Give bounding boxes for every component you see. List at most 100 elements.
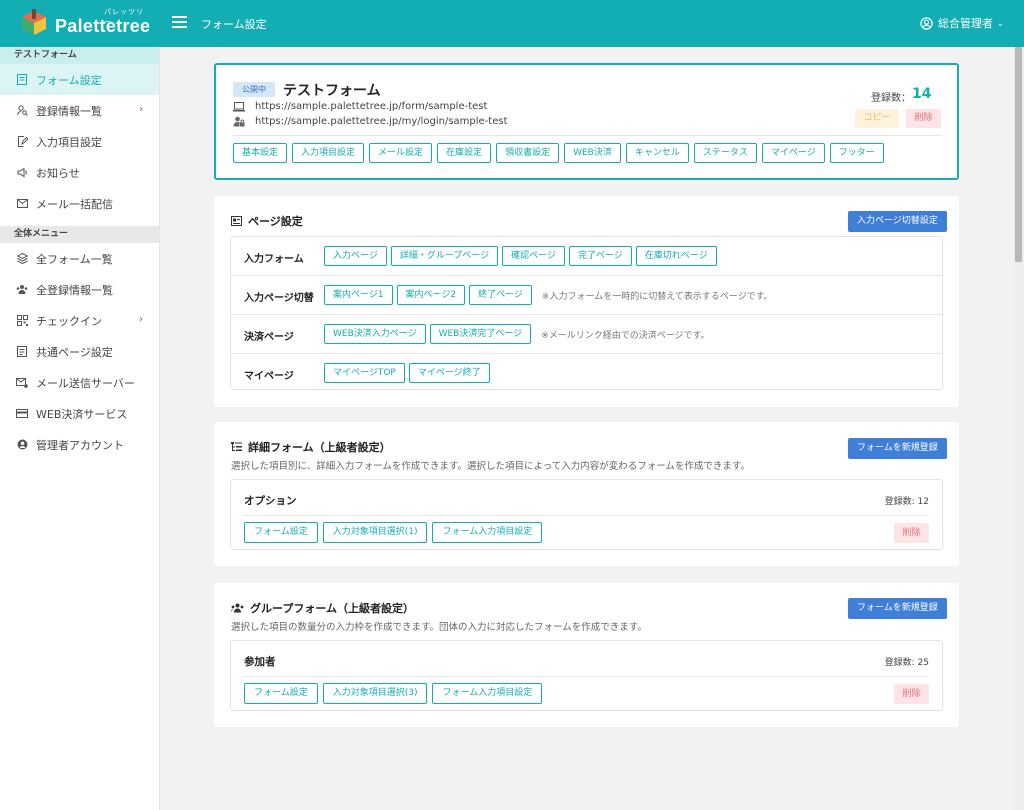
- group-form-card: グループフォーム（上級者設定） 選択した項目の数量分の入力枠を作成できます。団体…: [214, 583, 959, 727]
- scrollbar[interactable]: [1013, 47, 1024, 810]
- tab-mypage[interactable]: マイページ: [761, 143, 825, 163]
- mypage-url-row: https://sample.palettetree.jp/my/login/s…: [233, 116, 508, 127]
- sidebar-item-all-registrations[interactable]: 全登録情報一覧: [0, 274, 159, 305]
- group-form-target-select-button[interactable]: 入力対象項目選択(3): [322, 683, 428, 704]
- detail-form-item: オプション 登録数: 12 フォーム設定 入力対象項目選択(1) フォーム入力項…: [230, 479, 943, 550]
- sidebar-item-notices[interactable]: お知らせ: [0, 157, 159, 188]
- tab-web-payment[interactable]: WEB決済: [564, 143, 621, 163]
- detail-form-input-fields-button[interactable]: フォーム入力項目設定: [432, 522, 543, 543]
- account-icon: [16, 439, 28, 451]
- detail-form-new-button[interactable]: フォームを新規登録: [848, 438, 947, 459]
- user-search-icon: [16, 105, 28, 117]
- megaphone-icon: [16, 167, 28, 179]
- detail-form-target-select-button[interactable]: 入力対象項目選択(1): [322, 522, 428, 543]
- row-buttons: マイページTOP マイページ終了: [324, 363, 494, 383]
- input-page-button[interactable]: 入力ページ: [324, 246, 387, 266]
- group-form-title: グループフォーム（上級者設定）: [231, 600, 414, 616]
- sidebar-item-mail-server[interactable]: メール送信サーバー: [0, 367, 159, 398]
- edit-doc-icon: [16, 136, 28, 148]
- web-payment-input-button[interactable]: WEB決済入力ページ: [324, 324, 426, 344]
- chevron-down-icon: ⌄: [997, 18, 1004, 28]
- divider: [244, 676, 929, 677]
- sidebar-item-common-pages[interactable]: 共通ページ設定: [0, 336, 159, 367]
- detail-form-delete-button[interactable]: 削除: [894, 523, 929, 543]
- form-settings-tabs: 基本設定 入力項目設定 メール設定 在庫設定 領収書設定 WEB決済 キャンセル…: [233, 143, 889, 163]
- row-buttons: 案内ページ1 案内ページ2 終了ページ ※入力フォームを一時的に切替えて表示する…: [324, 285, 773, 305]
- divider: [233, 135, 942, 136]
- delete-form-button[interactable]: 削除: [906, 109, 941, 128]
- user-name: 総合管理者: [938, 17, 993, 30]
- group-form-new-button[interactable]: フォームを新規登録: [848, 598, 947, 619]
- end-page-button[interactable]: 終了ページ: [469, 285, 532, 305]
- card-icon: [16, 408, 28, 420]
- logo-text: Palettetree: [55, 16, 151, 36]
- user-menu[interactable]: 総合管理者 ⌄: [920, 15, 1004, 31]
- sidebar-item-checkin[interactable]: チェックイン ›: [0, 305, 159, 336]
- top-bar: パレッツリー Palettetree フォーム設定 総合管理者 ⌄: [0, 0, 1024, 47]
- sidebar-item-admin-account[interactable]: 管理者アカウント: [0, 429, 159, 460]
- chevron-right-icon: ›: [139, 104, 143, 115]
- sidebar-item-all-forms[interactable]: 全フォーム一覧: [0, 243, 159, 274]
- group-form-delete-button[interactable]: 削除: [894, 684, 929, 704]
- tab-input-fields[interactable]: 入力項目設定: [292, 143, 365, 163]
- confirm-page-button[interactable]: 確認ページ: [502, 246, 565, 266]
- group-form-settings-button[interactable]: フォーム設定: [244, 683, 318, 704]
- sidebar-item-input-fields[interactable]: 入力項目設定: [0, 126, 159, 157]
- page-icon: [16, 346, 28, 358]
- complete-page-button[interactable]: 完了ページ: [568, 246, 632, 266]
- group-form-buttons: フォーム設定 入力対象項目選択(3) フォーム入力項目設定: [244, 683, 547, 704]
- copy-button[interactable]: コピー: [855, 109, 899, 128]
- sidebar: テストフォーム フォーム設定 登録情報一覧 › 入力項目設定 お知らせ メール一…: [0, 47, 160, 810]
- form-summary-card: 公開中 テストフォーム https://sample.palettetree.j…: [214, 63, 959, 180]
- sidebar-item-registrations[interactable]: 登録情報一覧 ›: [0, 95, 159, 126]
- registration-count-value: 14: [912, 86, 932, 102]
- mypage-end-button[interactable]: マイページ終了: [408, 363, 490, 383]
- tab-mail-settings[interactable]: メール設定: [369, 143, 433, 163]
- sidebar-item-web-payment[interactable]: WEB決済サービス: [0, 398, 159, 429]
- sidebar-item-label: メール送信サーバー: [36, 376, 135, 390]
- guide-page-2-button[interactable]: 案内ページ2: [396, 285, 466, 305]
- sidebar-item-label: 入力項目設定: [36, 135, 102, 149]
- out-of-stock-page-button[interactable]: 在庫切れページ: [635, 246, 717, 266]
- mypage-url-link[interactable]: https://sample.palettetree.jp/my/login/s…: [255, 116, 508, 127]
- tab-basic-settings[interactable]: 基本設定: [233, 143, 288, 163]
- sidebar-item-bulk-mail[interactable]: メール一括配信: [0, 188, 159, 219]
- page-settings-card: ページ設定 入力ページ切替設定 入力フォーム 入力ページ 詳細・グループページ …: [214, 196, 959, 407]
- sidebar-item-label: フォーム設定: [36, 73, 102, 87]
- tree-list-icon: [231, 442, 242, 451]
- sidebar-item-label: 全登録情報一覧: [36, 283, 113, 297]
- detail-form-title-text: 詳細フォーム（上級者設定）: [248, 441, 391, 454]
- public-url-link[interactable]: https://sample.palettetree.jp/form/sampl…: [255, 101, 487, 112]
- input-page-switch-button[interactable]: 入力ページ切替設定: [848, 211, 947, 232]
- detail-form-title: 詳細フォーム（上級者設定）: [231, 439, 391, 455]
- tab-receipt-settings[interactable]: 領収書設定: [496, 143, 560, 163]
- page-settings-icon: [231, 216, 242, 226]
- mypage-top-button[interactable]: マイページTOP: [324, 363, 405, 383]
- public-url-row: https://sample.palettetree.jp/form/sampl…: [233, 101, 487, 112]
- users-icon: [16, 284, 28, 296]
- sidebar-item-label: お知らせ: [36, 166, 80, 180]
- scrollbar-thumb[interactable]: [1015, 47, 1022, 262]
- logo[interactable]: パレッツリー Palettetree: [18, 7, 151, 41]
- tab-footer[interactable]: フッター: [829, 143, 884, 163]
- row-note: ※メールリンク経由での決済ページです。: [541, 330, 710, 341]
- menu-toggle-icon[interactable]: [172, 16, 187, 28]
- group-form-input-fields-button[interactable]: フォーム入力項目設定: [432, 683, 543, 704]
- sidebar-section-title: テストフォーム: [0, 47, 159, 64]
- sidebar-item-label: メール一括配信: [36, 197, 113, 211]
- tab-status[interactable]: ステータス: [693, 143, 757, 163]
- guide-page-1-button[interactable]: 案内ページ1: [324, 285, 393, 305]
- row-label: 入力フォーム: [244, 254, 304, 265]
- detail-form-settings-button[interactable]: フォーム設定: [244, 522, 318, 543]
- registration-count-label: 登録数：: [871, 93, 911, 104]
- web-payment-complete-button[interactable]: WEB決済完了ページ: [429, 324, 532, 344]
- divider: [244, 515, 929, 516]
- tab-stock-settings[interactable]: 在庫設定: [437, 143, 492, 163]
- sidebar-item-label: 登録情報一覧: [36, 104, 102, 118]
- tab-cancel[interactable]: キャンセル: [625, 143, 689, 163]
- row-note: ※入力フォームを一時的に切替えて表示するページです。: [541, 291, 773, 302]
- detail-group-page-button[interactable]: 詳細・グループページ: [390, 246, 499, 266]
- sidebar-item-form-settings[interactable]: フォーム設定: [0, 64, 159, 95]
- qr-icon: [16, 315, 28, 327]
- logo-mark-icon: [22, 9, 46, 35]
